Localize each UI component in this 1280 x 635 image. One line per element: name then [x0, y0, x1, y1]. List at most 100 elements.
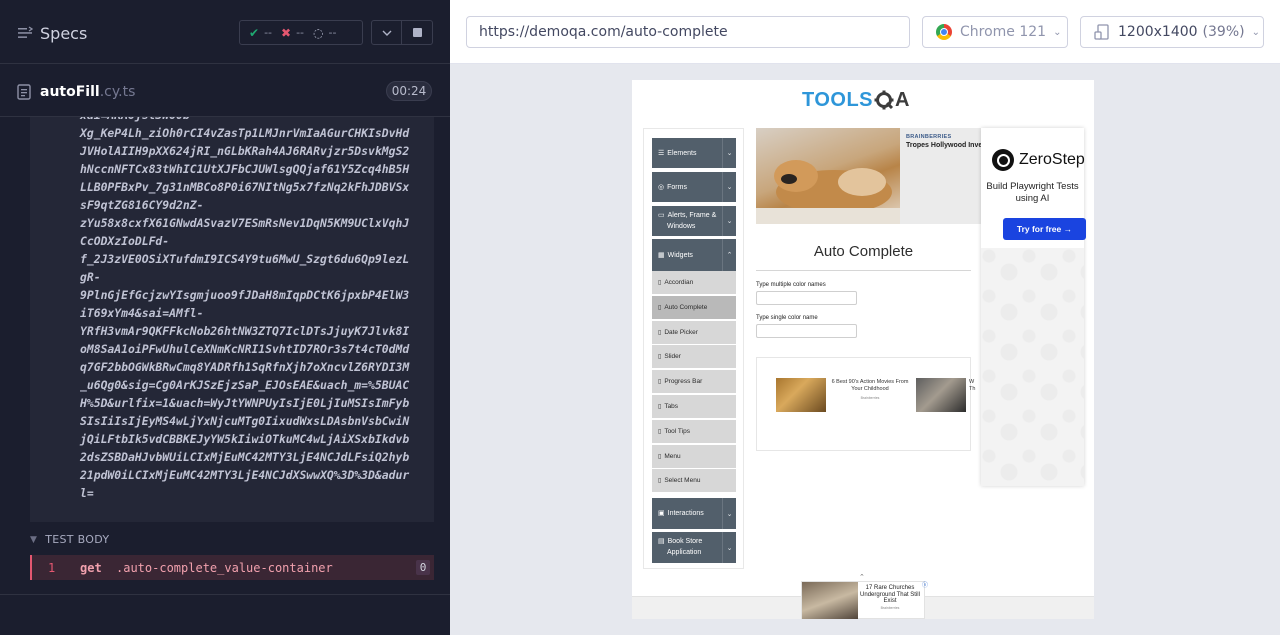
widget-item-auto-complete[interactable]: ▯ Auto Complete	[652, 295, 736, 320]
request-url-text: xai=AKAOjst3WO0b- Xg_KeP4Lh_ziOh0rCI4vZas…	[80, 117, 434, 502]
content-ad[interactable]: 6 Best 90's Action Movies From Your Chil…	[756, 357, 975, 451]
bottom-sticky-ad[interactable]: ⌃ 17 Rare Churches Underground That Stil…	[801, 573, 928, 619]
url-line: LLB0PFBxPv_7g31nMBCo8P0i67NItNg5x7fzNq2k…	[80, 180, 410, 194]
widget-item-label: Auto Complete	[664, 303, 708, 311]
toolsqa-logo[interactable]: TOOLS A	[802, 86, 909, 114]
viewport-selector[interactable]: 1200x1400 (39%) ⌄	[1080, 16, 1264, 48]
nav-group-alerts-frame[interactable]: ▭ Alerts, Frame & Windows ⌄	[652, 206, 736, 236]
spec-base-name: autoFill	[40, 84, 100, 100]
widget-item-tool-tips[interactable]: ▯ Tool Tips	[652, 419, 736, 444]
widget-item-select-menu[interactable]: ▯ Select Menu	[652, 469, 736, 494]
url-line: SIsIiIsIjEyMS4wLjYxNjcuMTg0IixudWxsLDAsb…	[80, 414, 410, 428]
ad-title-fragment: W Th	[969, 379, 976, 392]
stop-button[interactable]	[402, 21, 432, 44]
widget-item-accordian[interactable]: ▯ Accordian	[652, 271, 736, 295]
multi-color-label: Type multiple color names	[756, 282, 826, 288]
ad-pattern	[981, 248, 1084, 486]
check-icon: ✔	[249, 25, 260, 40]
zerostep-ad-top: ZeroStep Build Playwright Tests using AI…	[981, 128, 1086, 248]
nav-group-text-line2: Application	[667, 549, 702, 556]
chevron-icon: ⌄	[722, 498, 736, 529]
nav-group-icon: ▣	[658, 510, 665, 517]
url-line: jQiLFtbIk5vdCBBKEJyYW5kIiwiOTkuMC4wLjAiX…	[80, 432, 410, 446]
page-title: Auto Complete	[813, 243, 914, 260]
item-icon: ▯	[658, 329, 662, 336]
specs-title[interactable]: Specs	[40, 24, 87, 43]
ad-banner[interactable]: BRAINBERRIES Tropes Hollywood Inve	[756, 128, 992, 224]
chevron-up-icon[interactable]: ⌃	[859, 573, 865, 581]
passed-count: --	[264, 26, 273, 39]
nav-group-text: Forms	[667, 183, 687, 191]
widget-item-label: Select Menu	[664, 477, 701, 485]
url-line: 9PlnGjEfGcjzwYIsgmjuoo9fJDaH8mIqpDCtK6jp…	[80, 288, 410, 302]
viewport-icon	[1094, 24, 1109, 40]
nav-group-book-store[interactable]: ▤ Book Store Application ⌄	[652, 532, 736, 563]
nav-group-icon: ◎	[658, 183, 665, 191]
nav-group-icon: ▤	[658, 538, 665, 545]
nav-group-icon: ▭	[658, 212, 665, 219]
url-line: sF9qtZG816CY9d2nZ-	[80, 198, 204, 212]
try-for-free-button[interactable]: Try for free →	[1003, 218, 1086, 240]
multi-color-input[interactable]	[756, 291, 857, 305]
nav-group-interactions[interactable]: ▣ Interactions ⌄	[652, 498, 736, 529]
widget-item-label: Tabs	[664, 403, 679, 410]
aut-url-field[interactable]: https://demoqa.com/auto-complete	[466, 16, 910, 48]
widget-item-label: Progress Bar	[664, 378, 703, 386]
widget-item-slider[interactable]: ▯ Slider	[652, 345, 736, 370]
url-line: gR-	[80, 270, 101, 284]
test-body-label: TEST BODY	[45, 533, 110, 546]
ad-image	[802, 582, 858, 619]
ad-image	[756, 128, 900, 224]
nav-group-elements[interactable]: ☰ Elements ⌄	[652, 138, 736, 168]
specs-list-icon[interactable]	[17, 25, 33, 41]
widget-item-menu[interactable]: ▯ Menu	[652, 444, 736, 469]
chevron-down-icon: ⌄	[1251, 26, 1260, 38]
url-line: xai=AKAOjst3WO0b-	[80, 117, 434, 124]
failed-stat: ✖ --	[281, 26, 304, 40]
divider	[756, 270, 971, 271]
ad-image	[776, 378, 826, 412]
command-row-get[interactable]: 1 get .auto-complete_value-container 0	[30, 555, 434, 580]
url-line: 2dsZSBDaHJvbWUiLCIxMjEuMC42MTY3LjE4NCJdL…	[80, 450, 410, 464]
ad-title[interactable]: 17 Rare Churches Underground That Still …	[860, 585, 920, 605]
browser-name: Chrome 121	[960, 24, 1047, 40]
browser-selector[interactable]: Chrome 121 ⌄	[922, 16, 1068, 48]
request-url-log[interactable]: xai=AKAOjst3WO0b- Xg_KeP4Lh_ziOh0rCI4vZas…	[30, 117, 434, 522]
url-line: l=	[80, 486, 94, 500]
nav-group-label: ▭ Alerts, Frame &	[658, 210, 716, 221]
ad-info-icon[interactable]: ⓧ	[922, 580, 928, 589]
gear-icon	[874, 90, 894, 110]
widget-item-label: Date Picker	[664, 328, 698, 336]
chevron-down-icon	[382, 30, 391, 36]
nav-group-forms[interactable]: ◎ Forms ⌄	[652, 172, 736, 202]
widget-item-tabs[interactable]: ▯ Tabs	[652, 395, 736, 419]
command-name: get	[80, 560, 102, 575]
spec-extension: .cy.ts	[99, 84, 136, 100]
x-icon: ✖	[281, 25, 292, 40]
pending-stat: ◌ --	[313, 26, 336, 40]
reporter-panel: Specs ✔ -- ✖ -- ◌ -- autoFill.cy.ts 00:2…	[0, 0, 450, 635]
item-icon: ▯	[658, 404, 662, 410]
ad-image	[916, 378, 966, 412]
chevron-icon: ⌄	[722, 172, 736, 202]
single-color-input[interactable]	[756, 324, 857, 338]
widget-item-progress-bar[interactable]: ▯ Progress Bar	[652, 370, 736, 395]
widget-item-label: Accordian	[664, 279, 694, 286]
test-body-header[interactable]: ▼ TEST BODY	[30, 533, 109, 546]
command-selector: .auto-complete_value-container	[116, 560, 333, 575]
passed-stat: ✔ --	[249, 26, 272, 40]
url-line: Xg_KeP4Lh_ziOh0rCI4vZasTp1LMJnrVmIaAGurC…	[80, 126, 410, 140]
nav-group-widgets[interactable]: ▦ Widgets ⌃	[652, 239, 736, 271]
chevron-down-button[interactable]	[372, 21, 403, 44]
ad-title[interactable]: 6 Best 90's Action Movies From Your Chil…	[829, 379, 911, 392]
nav-group-text: Interactions	[667, 510, 704, 517]
zerostep-ad[interactable]: ZeroStep Build Playwright Tests using AI…	[981, 128, 1086, 486]
url-line: iT69xYm4&sai=AMfl-	[80, 306, 204, 320]
widget-item-date-picker[interactable]: ▯ Date Picker	[652, 320, 736, 345]
single-color-label: Type single color name	[756, 315, 818, 321]
aut-frame: TOOLS A ☰ Elements ⌄ ◎ Forms ⌄ ▭ Alerts, Frame …	[632, 80, 1094, 619]
command-number: 1	[48, 560, 56, 575]
nav-group-icon: ☰	[658, 149, 665, 157]
spec-row: autoFill.cy.ts 00:24	[0, 65, 450, 117]
stop-icon	[412, 28, 422, 37]
